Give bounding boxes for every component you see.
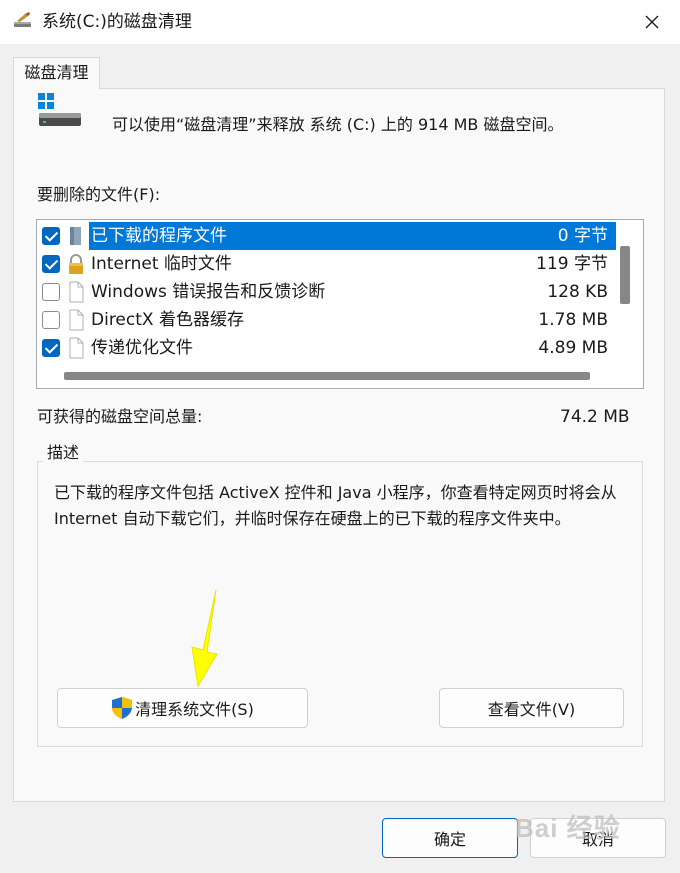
list-item-name: DirectX 着色器缓存 bbox=[91, 310, 244, 330]
drive-icon bbox=[38, 93, 81, 126]
lock-icon bbox=[69, 254, 83, 274]
list-item[interactable]: 传递优化文件 4.89 MB bbox=[37, 334, 616, 362]
watermark: Bai 经验 bbox=[515, 813, 621, 843]
folder-icon bbox=[70, 227, 81, 245]
file-icon bbox=[69, 309, 84, 331]
description-title: 描述 bbox=[43, 442, 84, 464]
total-space-label: 可获得的磁盘空间总量: bbox=[37, 407, 203, 426]
window-title: 系统(C:)的磁盘清理 bbox=[42, 12, 192, 32]
vertical-scrollbar[interactable] bbox=[620, 246, 630, 304]
disk-cleanup-icon bbox=[14, 12, 31, 27]
list-item-size: 0 字节 bbox=[557, 226, 608, 246]
list-item-size: 1.78 MB bbox=[538, 310, 608, 330]
list-item-name: 已下载的程序文件 bbox=[89, 222, 610, 250]
list-item-size: 119 字节 bbox=[536, 254, 608, 274]
summary-text: 可以使用“磁盘清理”来释放 系统 (C:) 上的 914 MB 磁盘空间。 bbox=[112, 115, 564, 134]
close-icon bbox=[645, 15, 659, 29]
checkbox[interactable] bbox=[42, 283, 60, 301]
files-to-delete-label: 要删除的文件(F): bbox=[37, 185, 161, 204]
list-item-name: Internet 临时文件 bbox=[91, 254, 232, 274]
checkbox[interactable] bbox=[42, 227, 60, 245]
checkbox[interactable] bbox=[42, 339, 60, 357]
file-icon bbox=[69, 337, 84, 359]
shield-icon bbox=[112, 697, 133, 719]
close-button[interactable] bbox=[630, 6, 674, 38]
list-item-size: 128 KB bbox=[547, 282, 608, 302]
list-item[interactable]: Windows 错误报告和反馈诊断 128 KB bbox=[37, 278, 616, 306]
checkbox[interactable] bbox=[42, 255, 60, 273]
files-list[interactable]: 已下载的程序文件 0 字节 Internet 临时文件 119 字节 Windo… bbox=[36, 219, 644, 389]
title-bar: 系统(C:)的磁盘清理 bbox=[0, 0, 680, 44]
list-item[interactable]: DirectX 着色器缓存 1.78 MB bbox=[37, 306, 616, 334]
total-space-value: 74.2 MB bbox=[560, 407, 630, 427]
list-item[interactable]: Internet 临时文件 119 字节 bbox=[37, 250, 616, 278]
list-item-name: 传递优化文件 bbox=[91, 338, 193, 358]
description-text: 已下载的程序文件包括 ActiveX 控件和 Java 小程序，你查看特定网页时… bbox=[54, 483, 617, 528]
view-files-button[interactable]: 查看文件(V) bbox=[439, 688, 624, 728]
checkbox[interactable] bbox=[42, 311, 60, 329]
list-item-name: Windows 错误报告和反馈诊断 bbox=[91, 282, 326, 302]
ok-button[interactable]: 确定 bbox=[382, 818, 518, 858]
list-item[interactable]: 已下载的程序文件 0 字节 bbox=[37, 222, 616, 250]
list-item-size: 4.89 MB bbox=[538, 338, 608, 358]
horizontal-scrollbar[interactable] bbox=[64, 372, 590, 380]
file-icon bbox=[69, 281, 84, 303]
tab-disk-cleanup[interactable]: 磁盘清理 bbox=[13, 57, 100, 89]
clean-system-files-label: 清理系统文件(S) bbox=[135, 700, 254, 719]
clean-system-files-button[interactable]: 清理系统文件(S) bbox=[57, 688, 308, 728]
